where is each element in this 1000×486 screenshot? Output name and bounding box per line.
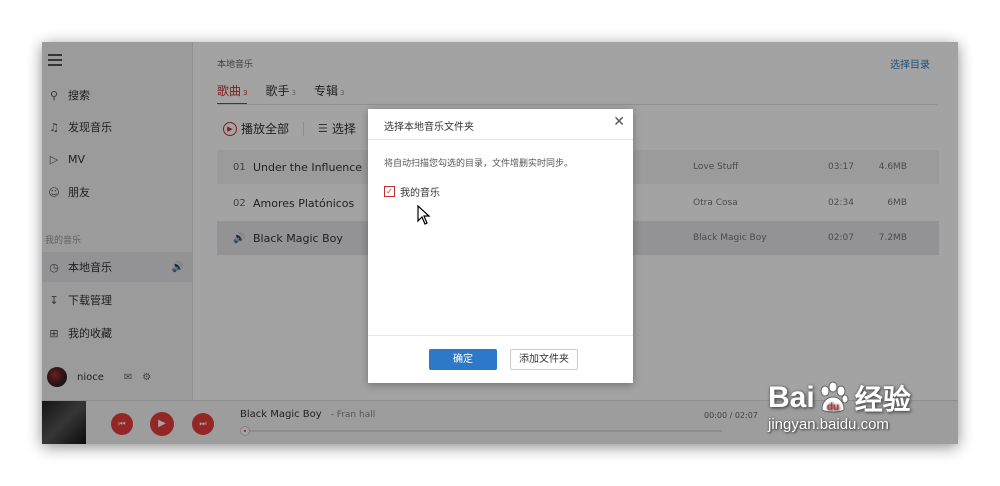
- close-icon[interactable]: ✕: [613, 114, 625, 130]
- dialog-description: 将自动扫描您勾选的目录，文件增删实时同步。: [384, 159, 574, 169]
- baidu-paw-icon: du: [820, 381, 849, 413]
- confirm-button[interactable]: 确定: [429, 349, 497, 370]
- select-folder-dialog: 选择本地音乐文件夹 ✕ 将自动扫描您勾选的目录，文件增删实时同步。 ✓ 我的音乐…: [368, 109, 633, 383]
- dialog-divider: [368, 139, 633, 140]
- watermark-url: jingyan.baidu.com: [768, 416, 889, 433]
- svg-text:du: du: [827, 402, 839, 413]
- checkbox-checked-icon[interactable]: ✓: [384, 186, 395, 197]
- dialog-title: 选择本地音乐文件夹: [384, 122, 474, 133]
- add-folder-button[interactable]: 添加文件夹: [510, 349, 578, 370]
- folder-checkbox-row[interactable]: ✓ 我的音乐: [384, 184, 440, 199]
- baidu-jingyan-watermark: Bai du 经验 jingyan.baidu.com: [768, 381, 911, 433]
- dialog-footer-divider: [368, 335, 633, 336]
- folder-label: 我的音乐: [400, 188, 440, 199]
- mouse-cursor-icon: [417, 205, 431, 225]
